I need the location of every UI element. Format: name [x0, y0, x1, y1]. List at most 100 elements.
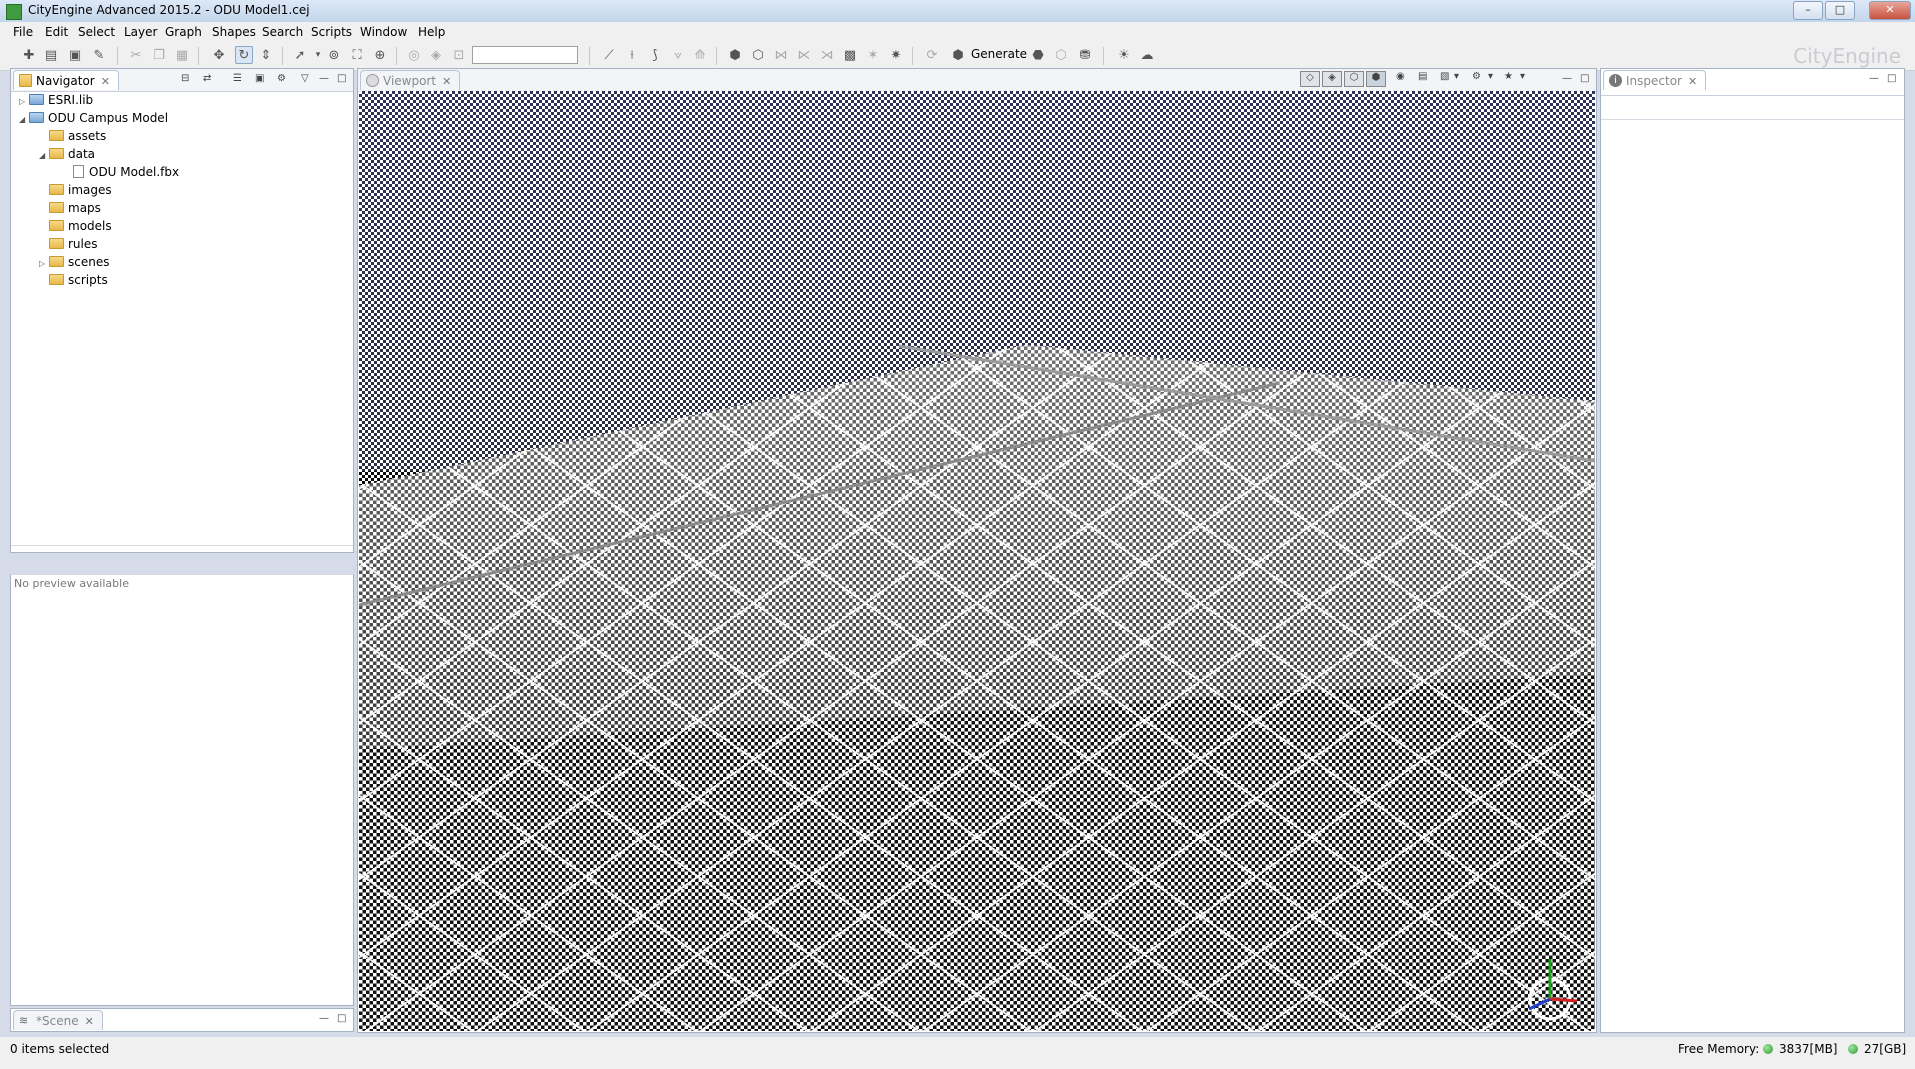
- layer-toggle-icon[interactable]: ◈: [428, 47, 444, 63]
- refresh-icon[interactable]: ⟳: [924, 47, 940, 63]
- collapse-all-icon[interactable]: ⊟: [181, 73, 189, 84]
- graph-icon[interactable]: ⋈: [773, 47, 789, 63]
- lock-icon[interactable]: ⊡: [451, 47, 467, 63]
- scale-icon[interactable]: ⇕: [258, 47, 274, 63]
- new-icon[interactable]: ✚: [21, 47, 37, 63]
- tab-viewport[interactable]: Viewport ✕: [360, 70, 461, 90]
- close-icon[interactable]: ✕: [1688, 75, 1697, 88]
- star-icon[interactable]: ★: [1504, 71, 1513, 82]
- generate-icon[interactable]: ⬢: [950, 47, 966, 63]
- minimize-view-icon[interactable]: —: [319, 1013, 329, 1024]
- open-icon[interactable]: ▤: [43, 47, 59, 63]
- menu-graph[interactable]: Graph: [165, 24, 202, 40]
- chevron-down-icon[interactable]: ▾: [1488, 71, 1493, 82]
- shape-draw-icon[interactable]: ⟇: [670, 47, 686, 63]
- cube-icon[interactable]: ⬢: [727, 47, 743, 63]
- maximize-button[interactable]: □: [1825, 1, 1855, 20]
- shaded-icon[interactable]: ◈: [1322, 71, 1342, 87]
- network-icon[interactable]: ✷: [888, 47, 904, 63]
- tree-item-scripts[interactable]: scripts: [39, 271, 108, 289]
- menu-select[interactable]: Select: [78, 24, 115, 40]
- camera-icon[interactable]: ◉: [1396, 71, 1405, 82]
- texture-icon[interactable]: ▩: [842, 47, 858, 63]
- street-polyline-icon[interactable]: ⟊: [624, 47, 640, 63]
- rotate-icon[interactable]: ↻: [235, 46, 253, 64]
- sun-icon[interactable]: ☀: [1116, 47, 1132, 63]
- collapse-icon[interactable]: ◢: [19, 111, 29, 129]
- close-icon[interactable]: ✕: [101, 75, 110, 88]
- tab-scene[interactable]: ≋ *Scene ✕: [13, 1010, 103, 1030]
- close-icon[interactable]: ✕: [442, 75, 451, 88]
- street-draw-icon[interactable]: ⟋: [601, 47, 617, 63]
- copy-icon[interactable]: ❐: [151, 47, 167, 63]
- viewport-3d-canvas[interactable]: [359, 91, 1595, 1031]
- menu-layer[interactable]: Layer: [124, 24, 157, 40]
- tree-item-rules[interactable]: rules: [39, 235, 98, 253]
- tab-navigator[interactable]: Navigator ✕: [13, 70, 119, 90]
- save-icon[interactable]: ▣: [67, 47, 83, 63]
- maximize-view-icon[interactable]: □: [337, 1013, 346, 1024]
- maximize-view-icon[interactable]: □: [1887, 73, 1896, 84]
- tree-item-images[interactable]: images: [39, 181, 112, 199]
- close-icon[interactable]: ✕: [85, 1015, 94, 1028]
- lasso-icon[interactable]: ⊚: [326, 47, 342, 63]
- menu-shapes[interactable]: Shapes: [212, 24, 256, 40]
- chevron-down-icon[interactable]: ▾: [310, 47, 326, 63]
- link-editor-icon[interactable]: ⇄: [203, 73, 211, 84]
- chevron-down-icon[interactable]: ▾: [1520, 71, 1525, 82]
- axis-gizmo-icon[interactable]: [1515, 951, 1585, 1021]
- maximize-view-icon[interactable]: □: [337, 73, 346, 84]
- cube-edit-icon[interactable]: ⬡: [750, 47, 766, 63]
- preview-toggle-icon[interactable]: ▣: [255, 73, 264, 84]
- lit-shaded-icon[interactable]: ⬢: [1366, 71, 1386, 87]
- menu-scripts[interactable]: Scripts: [311, 24, 352, 40]
- regenerate-icon[interactable]: ⬣: [1030, 47, 1046, 63]
- paste-icon[interactable]: ▦: [174, 47, 190, 63]
- tree-item-data[interactable]: ◢ data: [39, 145, 95, 163]
- bookmark-icon[interactable]: ◎: [406, 47, 422, 63]
- maximize-view-icon[interactable]: □: [1580, 73, 1589, 84]
- minimize-view-icon[interactable]: —: [319, 73, 329, 84]
- tree-item-models[interactable]: models: [39, 217, 112, 235]
- gear-icon[interactable]: ⚙: [1472, 71, 1481, 82]
- menu-file[interactable]: File: [13, 24, 33, 40]
- graph-tidy-icon[interactable]: ⋊: [819, 47, 835, 63]
- frame-icon[interactable]: ⛶: [349, 47, 365, 63]
- filter-icon[interactable]: ☰: [233, 73, 242, 84]
- tree-item-odu-campus-model[interactable]: ◢ ODU Campus Model: [19, 109, 168, 127]
- minimize-view-icon[interactable]: —: [1869, 73, 1879, 84]
- menu-window[interactable]: Window: [360, 24, 407, 40]
- tab-inspector[interactable]: i Inspector ✕: [1603, 70, 1707, 90]
- tree-item-maps[interactable]: maps: [39, 199, 101, 217]
- cleanup-icon[interactable]: ✶: [865, 47, 881, 63]
- graph-edit-icon[interactable]: ⋉: [796, 47, 812, 63]
- tree-item-odu-model-fbx[interactable]: ODU Model.fbx: [73, 163, 179, 181]
- cut-icon[interactable]: ✂: [128, 47, 144, 63]
- wireframe-icon[interactable]: ◇: [1300, 71, 1320, 87]
- wand-icon[interactable]: ✎: [91, 47, 107, 63]
- move-icon[interactable]: ✥: [211, 47, 227, 63]
- bookmarks-icon[interactable]: ▤: [1418, 71, 1427, 82]
- minimize-button[interactable]: –: [1793, 1, 1823, 20]
- tree-item-assets[interactable]: assets: [39, 127, 106, 145]
- close-button[interactable]: ✕: [1869, 1, 1911, 20]
- view-menu-icon[interactable]: ▽: [301, 73, 309, 84]
- generate-button[interactable]: Generate: [971, 47, 1027, 61]
- clean-models-icon[interactable]: ⛃: [1077, 47, 1093, 63]
- collapse-icon[interactable]: ◢: [39, 147, 49, 165]
- select-tool-icon[interactable]: ➚: [292, 47, 308, 63]
- menu-help[interactable]: Help: [418, 24, 445, 40]
- textured-icon[interactable]: ⬡: [1344, 71, 1364, 87]
- minimize-view-icon[interactable]: —: [1562, 73, 1572, 84]
- tree-item-esri-lib[interactable]: ▷ ESRI.lib: [19, 91, 93, 109]
- chevron-down-icon[interactable]: ▾: [1454, 71, 1459, 82]
- toolbar-search-input[interactable]: [472, 46, 578, 64]
- splitter[interactable]: [11, 545, 353, 546]
- screenshot-icon[interactable]: ▧: [1440, 71, 1449, 82]
- menu-edit[interactable]: Edit: [45, 24, 68, 40]
- shape-polygon-icon[interactable]: ⟰: [692, 47, 708, 63]
- update-seed-icon[interactable]: ⬡: [1053, 47, 1069, 63]
- zoom-icon[interactable]: ⊕: [372, 47, 388, 63]
- cloud-icon[interactable]: ☁: [1139, 47, 1155, 63]
- menu-search[interactable]: Search: [262, 24, 303, 40]
